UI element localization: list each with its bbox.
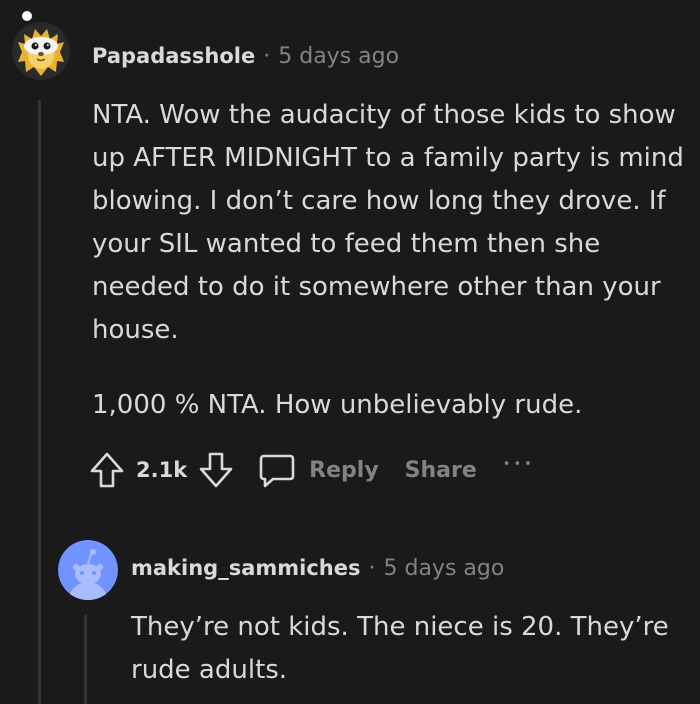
downvote-button[interactable]: [197, 450, 235, 490]
comment-meta: Papadasshole · 5 days ago: [92, 44, 399, 69]
upvote-arrow-icon: [90, 452, 124, 488]
meta-separator: ·: [368, 556, 376, 581]
reply-body: They’re not kids. The niece is 20. They’…: [131, 612, 669, 685]
speech-bubble-icon: [259, 454, 295, 488]
downvote-arrow-icon: [199, 452, 233, 488]
reply-meta: making_sammiches · 5 days ago: [131, 556, 504, 581]
comment-body-paragraph-1: NTA. Wow the audacity of those kids to s…: [92, 100, 684, 345]
reply-button[interactable]: Reply: [257, 450, 379, 490]
comment-thread-line[interactable]: [38, 100, 41, 704]
reply-thread-line[interactable]: [84, 615, 87, 704]
comment-username[interactable]: Papadasshole: [92, 44, 255, 68]
avatar-accessory-dot: [22, 11, 32, 21]
comment-action-bar: 2.1k Reply Share •••: [88, 447, 535, 493]
comment-body-paragraph-2: 1,000 % NTA. How unbelievably rude.: [92, 390, 583, 420]
reply-username[interactable]: making_sammiches: [131, 556, 360, 580]
meta-separator: ·: [263, 44, 271, 69]
share-button[interactable]: Share: [405, 458, 477, 483]
reply-author-avatar[interactable]: [58, 540, 118, 600]
snoo-lion-avatar-icon: [12, 22, 70, 80]
comment-timestamp[interactable]: 5 days ago: [278, 44, 399, 69]
comment-author-avatar[interactable]: [12, 22, 70, 80]
reply-label: Reply: [309, 457, 379, 483]
default-snoo-avatar-icon: [58, 540, 118, 600]
upvote-button[interactable]: [88, 450, 126, 490]
reply-timestamp[interactable]: 5 days ago: [383, 556, 504, 581]
vote-score: 2.1k: [136, 458, 188, 482]
more-options-icon[interactable]: •••: [503, 457, 535, 472]
